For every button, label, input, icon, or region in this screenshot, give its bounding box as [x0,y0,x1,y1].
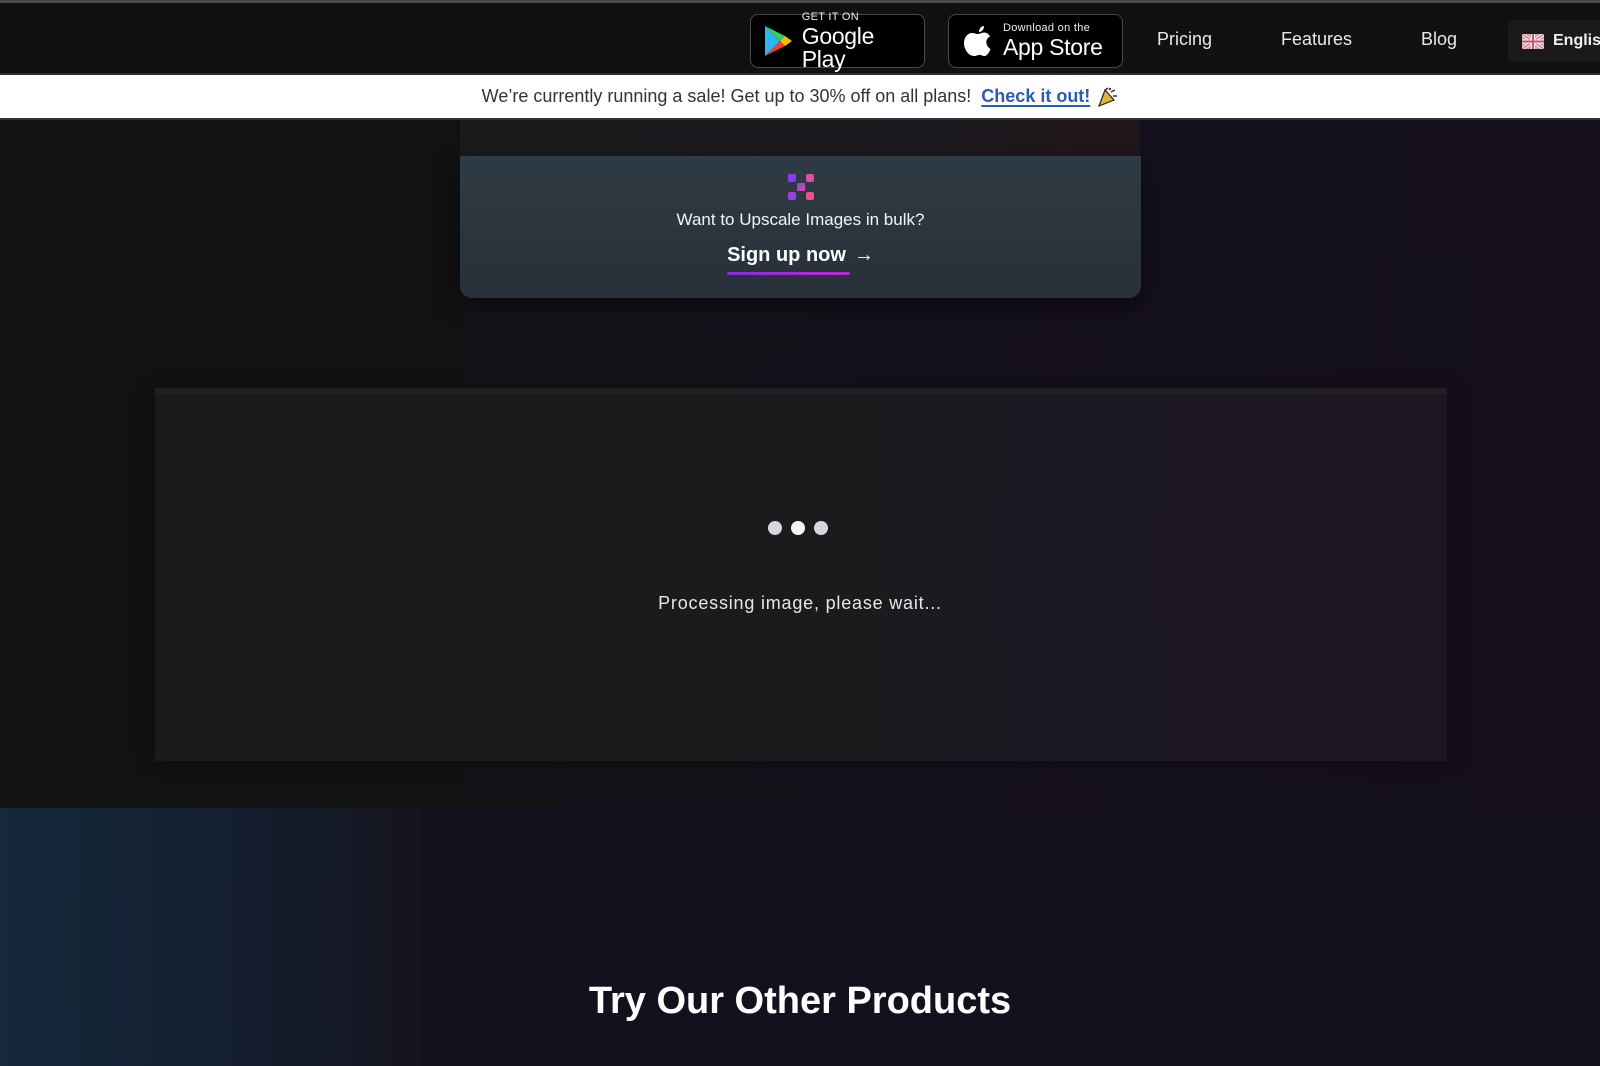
loading-dot [814,521,828,535]
other-products-heading: Try Our Other Products [588,980,1012,1022]
processing-status-text: Processing image, please wait... [658,593,942,613]
arrow-right-icon: → [853,244,874,266]
nav-link-blog[interactable]: Blog [1421,29,1457,50]
sale-banner: We’re currently running a sale! Get up t… [0,75,1600,120]
image-processing-panel [155,388,1447,761]
language-label: English [1553,32,1600,49]
background-glow [0,808,420,1066]
google-play-icon [763,23,794,59]
nav-link-features[interactable]: Features [1281,29,1352,50]
app-store-button[interactable]: Download on the App Store [948,14,1123,68]
google-play-label: Google Play [801,22,875,72]
uk-flag-icon [1522,33,1544,49]
google-play-caption: GET IT ON [801,10,860,23]
bulk-upscale-card: Want to Upscale Images in bulk? Sign up … [460,156,1141,298]
sale-banner-text: We’re currently running a sale! Get up t… [481,86,972,106]
loading-spinner [768,521,828,535]
loading-dot [791,521,805,535]
loading-dot [768,521,782,535]
top-navbar: GET IT ON Google Play Download on the Ap… [0,0,1600,75]
nav-link-pricing[interactable]: Pricing [1157,29,1212,50]
upscale-logo-icon [787,174,814,200]
party-popper-icon [1098,86,1118,107]
sign-up-now-link[interactable]: Sign up now → [727,244,874,275]
sale-check-it-out-link[interactable]: Check it out! [981,86,1090,107]
app-store-caption: Download on the [1003,22,1091,34]
bulk-card-header-strip [460,120,1140,156]
app-store-label: App Store [1003,34,1103,60]
bulk-card-title: Want to Upscale Images in bulk? [676,210,925,229]
language-selector[interactable]: English [1508,20,1600,62]
apple-icon [961,23,995,59]
sign-up-now-label: Sign up now [727,244,846,266]
google-play-button[interactable]: GET IT ON Google Play [750,10,925,72]
